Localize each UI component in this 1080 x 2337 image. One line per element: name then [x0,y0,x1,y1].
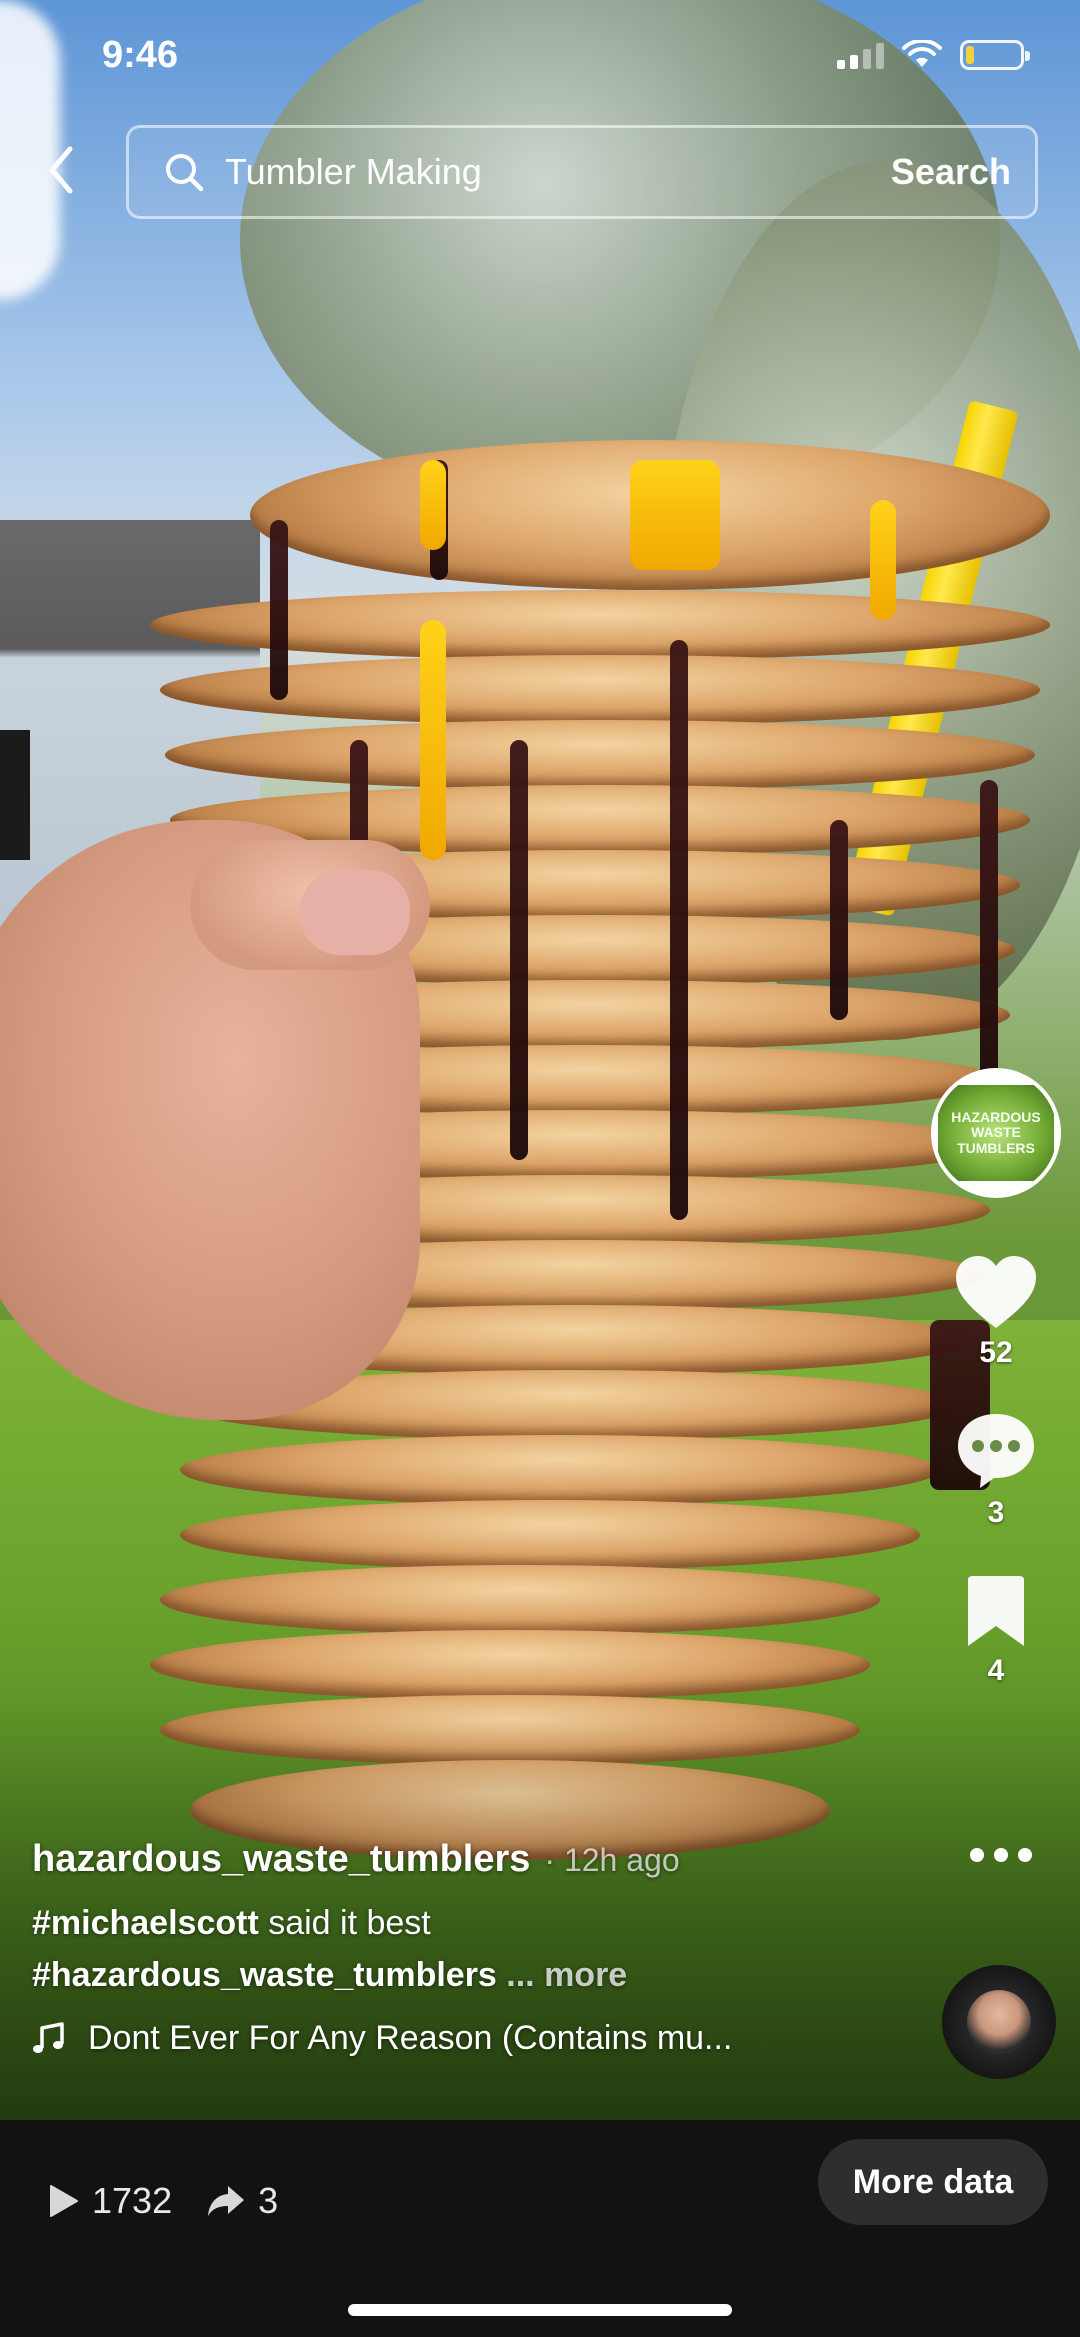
house-window [0,730,30,860]
music-title: Dont Ever For Any Reason (Contains mu... [88,2019,733,2057]
sound-disc[interactable] [942,1965,1056,2079]
share-icon [208,2186,245,2216]
more-link[interactable]: ... more [497,1956,627,1994]
comment-count: 3 [987,1496,1005,1529]
share-count: 3 [258,2180,279,2221]
back-button[interactable] [36,140,86,200]
more-options-button[interactable] [970,1848,1032,1862]
author-name[interactable]: hazardous_waste_tumblers [32,1838,530,1881]
play-icon [50,2185,78,2217]
video-player[interactable] [0,0,1080,2120]
home-indicator[interactable] [348,2304,732,2316]
battery-icon [960,40,1030,70]
caption-body: said it best [258,1904,431,1942]
music-track[interactable]: Dont Ever For Any Reason (Contains mu... [32,2019,932,2058]
video-caption: hazardous_waste_tumblers · 12h ago #mich… [32,1838,932,2058]
play-count-stat: 1732 [48,2180,172,2222]
search-button[interactable]: Search [891,151,1011,193]
thumbnail-nail [300,870,410,955]
search-icon [166,154,204,192]
post-time: · 12h ago [544,1842,680,1878]
hashtag-hazardous-waste-tumblers[interactable]: #hazardous_waste_tumblers [32,1956,497,1994]
more-data-button[interactable]: More data [818,2139,1048,2225]
status-time: 9:46 [102,34,179,76]
like-button[interactable]: 52 [953,1254,1039,1370]
music-note-icon [33,2021,64,2053]
chevron-left-icon [49,146,73,194]
bookmark-icon [968,1576,1024,1646]
wifi-icon [902,40,942,67]
save-button[interactable]: 4 [964,1574,1028,1688]
video-stats: 1732 3 [48,2180,312,2222]
hashtag-michaelscott[interactable]: #michaelscott [32,1904,259,1942]
search-query[interactable]: Tumbler Making [225,151,891,193]
creator-logo: HAZARDOUS WASTE TUMBLERS [938,1085,1054,1181]
signal-icon [837,41,884,69]
sound-avatar [967,1990,1031,2054]
caption-text: #michaelscott said it best #hazardous_wa… [32,1897,932,2001]
dot-icon [994,1848,1008,1862]
comment-icon [958,1414,1034,1488]
share-count-stat: 3 [206,2180,278,2222]
like-count: 52 [979,1336,1013,1369]
dot-icon [1018,1848,1032,1862]
heart-icon [956,1256,1036,1328]
status-icons [837,40,1030,70]
bottom-bar: 1732 3 More data [0,2120,1080,2337]
creator-avatar[interactable]: HAZARDOUS WASTE TUMBLERS [931,1068,1061,1198]
comment-button[interactable]: 3 [954,1410,1038,1530]
dot-icon [970,1848,984,1862]
search-bar[interactable]: Tumbler Making Search [126,125,1038,219]
save-count: 4 [987,1654,1005,1687]
action-rail: HAZARDOUS WASTE TUMBLERS 52 3 4 [926,1068,1066,1688]
play-count: 1732 [92,2180,173,2221]
